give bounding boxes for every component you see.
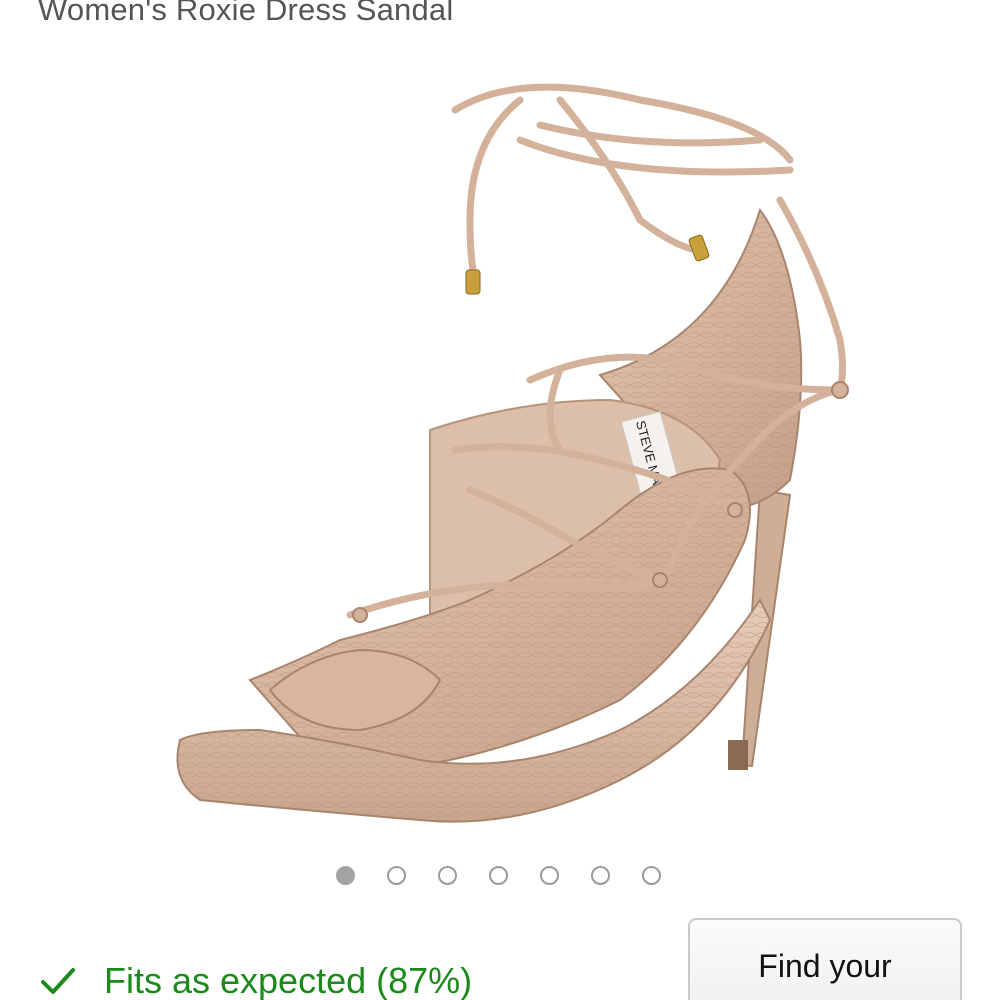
carousel-dot[interactable] [642,866,661,885]
carousel-dot[interactable] [489,866,508,885]
find-your-size-button[interactable]: Find your [688,918,962,1000]
product-page: Women's Roxie Dress Sandal STEVE MADDEN … [0,0,1000,1000]
image-carousel-dots [0,866,1000,892]
product-title: Women's Roxie Dress Sandal [38,0,454,27]
carousel-dot[interactable] [438,866,457,885]
carousel-dot[interactable] [591,866,610,885]
sandal-illustration: STEVE MADDEN [176,83,849,823]
carousel-dot[interactable] [387,866,406,885]
carousel-dot[interactable] [336,866,355,885]
checkmark-icon [41,968,75,994]
fit-text: Fits as expected (87%) [104,960,473,1000]
carousel-dot[interactable] [540,866,559,885]
fit-indicator: Fits as expected (87%) [40,956,472,1000]
product-image[interactable]: STEVE MADDEN [0,40,1000,850]
find-your-size-label: Find your [758,948,892,984]
